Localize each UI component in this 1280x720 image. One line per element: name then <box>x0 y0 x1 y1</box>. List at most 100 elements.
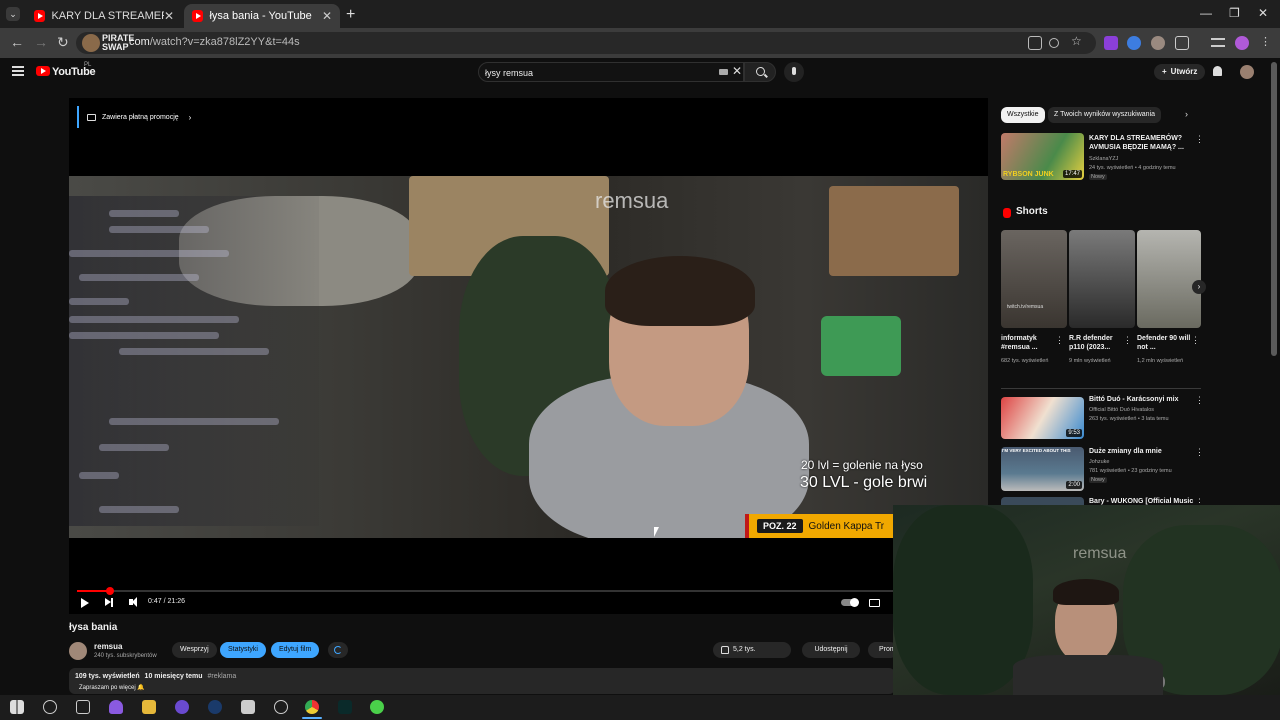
app-icon[interactable] <box>370 700 384 714</box>
app-icon[interactable] <box>274 700 288 714</box>
bookmark-star-icon[interactable]: ☆ <box>1071 34 1085 48</box>
search-button[interactable] <box>744 62 776 82</box>
forward-icon[interactable]: → <box>34 34 48 50</box>
address-bar[interactable]: PIRATE SWAP .com/watch?v=zka878lZ2YY&t=4… <box>76 32 1096 54</box>
more-options-icon[interactable]: ⋮ <box>1055 335 1064 346</box>
video-thumbnail[interactable]: RYBSON JUNK 17:47 <box>1001 133 1084 180</box>
chat-line <box>99 506 179 513</box>
browser-menu-icon[interactable]: ⋮ <box>1260 35 1274 49</box>
more-options-icon[interactable]: ⋮ <box>1195 395 1204 406</box>
clear-search-icon[interactable]: ✕ <box>732 64 742 78</box>
windows-start-icon[interactable] <box>10 700 24 714</box>
more-options-icon[interactable]: ⋮ <box>1195 134 1204 145</box>
short-thumbnail[interactable] <box>1069 230 1135 328</box>
short-title[interactable]: informatyk #remsua ... <box>1001 334 1057 352</box>
site-info-icon[interactable] <box>82 34 100 52</box>
search-box[interactable]: ✕ <box>478 62 744 82</box>
account-avatar[interactable] <box>1240 65 1254 79</box>
extension-icon[interactable] <box>1127 36 1141 50</box>
task-view-icon[interactable] <box>43 700 57 714</box>
browser-tab-2[interactable]: łysa bania - YouTube ✕ <box>184 4 340 28</box>
create-button[interactable]: + Utwórz <box>1154 64 1206 80</box>
zoom-icon[interactable] <box>1049 38 1059 48</box>
hamburger-menu-icon[interactable] <box>12 66 24 76</box>
video-player[interactable]: Zawiera płatną promocję › remsua 20 lvl … <box>69 98 988 614</box>
chevron-right-icon[interactable]: › <box>1192 280 1206 294</box>
short-views: 9 mln wyświetleń <box>1069 358 1111 364</box>
short-thumbnail[interactable]: twitch.tv/remsua <box>1001 230 1067 328</box>
file-explorer-icon[interactable] <box>142 700 156 714</box>
related-video-meta: 781 wyświetleń • 23 godziny temu <box>1089 468 1172 474</box>
youtube-logo-icon[interactable] <box>36 66 50 76</box>
steam-app-icon[interactable] <box>208 700 222 714</box>
more-options-icon[interactable]: ⋮ <box>1123 335 1132 346</box>
profile-avatar-icon[interactable] <box>1235 36 1249 50</box>
minimize-icon[interactable]: — <box>1200 6 1212 20</box>
chevron-right-icon[interactable]: › <box>1185 109 1188 119</box>
subtitles-icon[interactable] <box>869 599 880 607</box>
short-title[interactable]: Defender 90 will not ... <box>1137 334 1193 352</box>
video-thumbnail[interactable]: 9:53 <box>1001 397 1084 439</box>
chat-line <box>69 332 219 339</box>
install-app-icon[interactable] <box>1028 36 1042 50</box>
chip-from-search[interactable]: Z Twoich wyników wyszukiwania <box>1048 107 1162 123</box>
chat-line <box>69 316 239 323</box>
chrome-app-icon[interactable] <box>305 700 319 714</box>
extension-icon[interactable] <box>1104 36 1118 50</box>
next-video-icon[interactable] <box>105 597 113 607</box>
share-button[interactable]: Udostępnij <box>802 642 860 658</box>
edit-video-button[interactable]: Edytuj film <box>271 642 320 658</box>
chip-all[interactable]: Wszystkie <box>1001 107 1045 123</box>
related-video-channel[interactable]: Official Bittó Duó Hivatalos <box>1089 406 1154 414</box>
related-video-title[interactable]: Duże zmiany dla mnie <box>1089 447 1189 456</box>
notifications-bell-icon[interactable] <box>1213 66 1222 76</box>
statistics-button[interactable]: Statystyki <box>220 642 266 658</box>
close-tab-icon[interactable]: ✕ <box>322 9 332 23</box>
description-text: Zapraszam po więcej 🔔 <box>79 685 145 691</box>
channel-avatar[interactable] <box>69 642 87 660</box>
like-button[interactable]: 5,2 tys. <box>713 642 791 658</box>
progress-bar[interactable] <box>77 587 980 595</box>
obs-app-icon[interactable] <box>109 700 123 714</box>
volume-icon[interactable] <box>129 597 137 607</box>
app-icon[interactable] <box>175 700 189 714</box>
keyboard-icon[interactable] <box>719 69 728 75</box>
video-scene-shape <box>605 256 755 326</box>
search-input[interactable] <box>485 66 705 80</box>
short-title[interactable]: R.R defender p110 (2023... <box>1069 334 1125 352</box>
tab-search-button[interactable]: ⌄ <box>6 7 20 21</box>
terminal-app-icon[interactable] <box>76 700 90 714</box>
video-thumbnail[interactable]: I'M VERY EXCITED ABOUT THIS 2:00 <box>1001 447 1084 491</box>
close-tab-icon[interactable]: ✕ <box>164 9 174 23</box>
autoplay-toggle[interactable] <box>841 598 859 607</box>
extension-icon[interactable] <box>1151 36 1165 50</box>
reload-icon[interactable]: ↻ <box>57 34 69 51</box>
related-video-title[interactable]: Bittó Duó - Karácsonyi mix <box>1089 395 1189 404</box>
restore-icon[interactable]: ❐ <box>1229 6 1240 20</box>
more-options-icon[interactable]: ⋮ <box>1191 335 1200 346</box>
progress-handle[interactable] <box>106 587 115 595</box>
extensions-puzzle-icon[interactable] <box>1175 36 1189 50</box>
hashtag-link[interactable]: #reklama <box>207 673 236 680</box>
description-box[interactable]: 109 tys. wyświetleń 10 miesięcy temu #re… <box>69 668 895 694</box>
more-options-icon[interactable]: ⋮ <box>1195 447 1204 458</box>
voice-search-icon[interactable] <box>784 62 804 82</box>
support-button[interactable]: Wesprzyj <box>172 642 217 658</box>
paid-promotion-notice[interactable]: Zawiera płatną promocję › <box>77 106 191 128</box>
close-window-icon[interactable]: ✕ <box>1258 6 1268 20</box>
browser-tab-1[interactable]: KARY DLA STREAMERÓW? AVM ✕ <box>26 4 182 28</box>
video-frame[interactable]: remsua 20 lvl = golenie na łyso 30 LVL -… <box>69 176 988 538</box>
channel-name[interactable]: remsua <box>94 642 122 651</box>
time-display: 0:47 / 21:26 <box>148 598 185 605</box>
page-scrollbar[interactable] <box>1271 62 1277 356</box>
related-video-channel[interactable]: SzklanaYZJ <box>1089 155 1118 163</box>
app-icon[interactable] <box>338 700 352 714</box>
short-thumbnail[interactable] <box>1137 230 1201 328</box>
back-icon[interactable]: ← <box>10 34 24 50</box>
reading-list-icon[interactable] <box>1211 38 1225 47</box>
related-video-title[interactable]: KARY DLA STREAMERÓW? AVMUSIA BĘDZIE MAMĄ… <box>1089 134 1189 152</box>
related-video-channel[interactable]: Johzuke <box>1089 458 1110 466</box>
new-tab-button[interactable]: + <box>346 6 355 24</box>
calendar-app-icon[interactable] <box>241 700 255 714</box>
play-icon[interactable] <box>81 598 89 608</box>
